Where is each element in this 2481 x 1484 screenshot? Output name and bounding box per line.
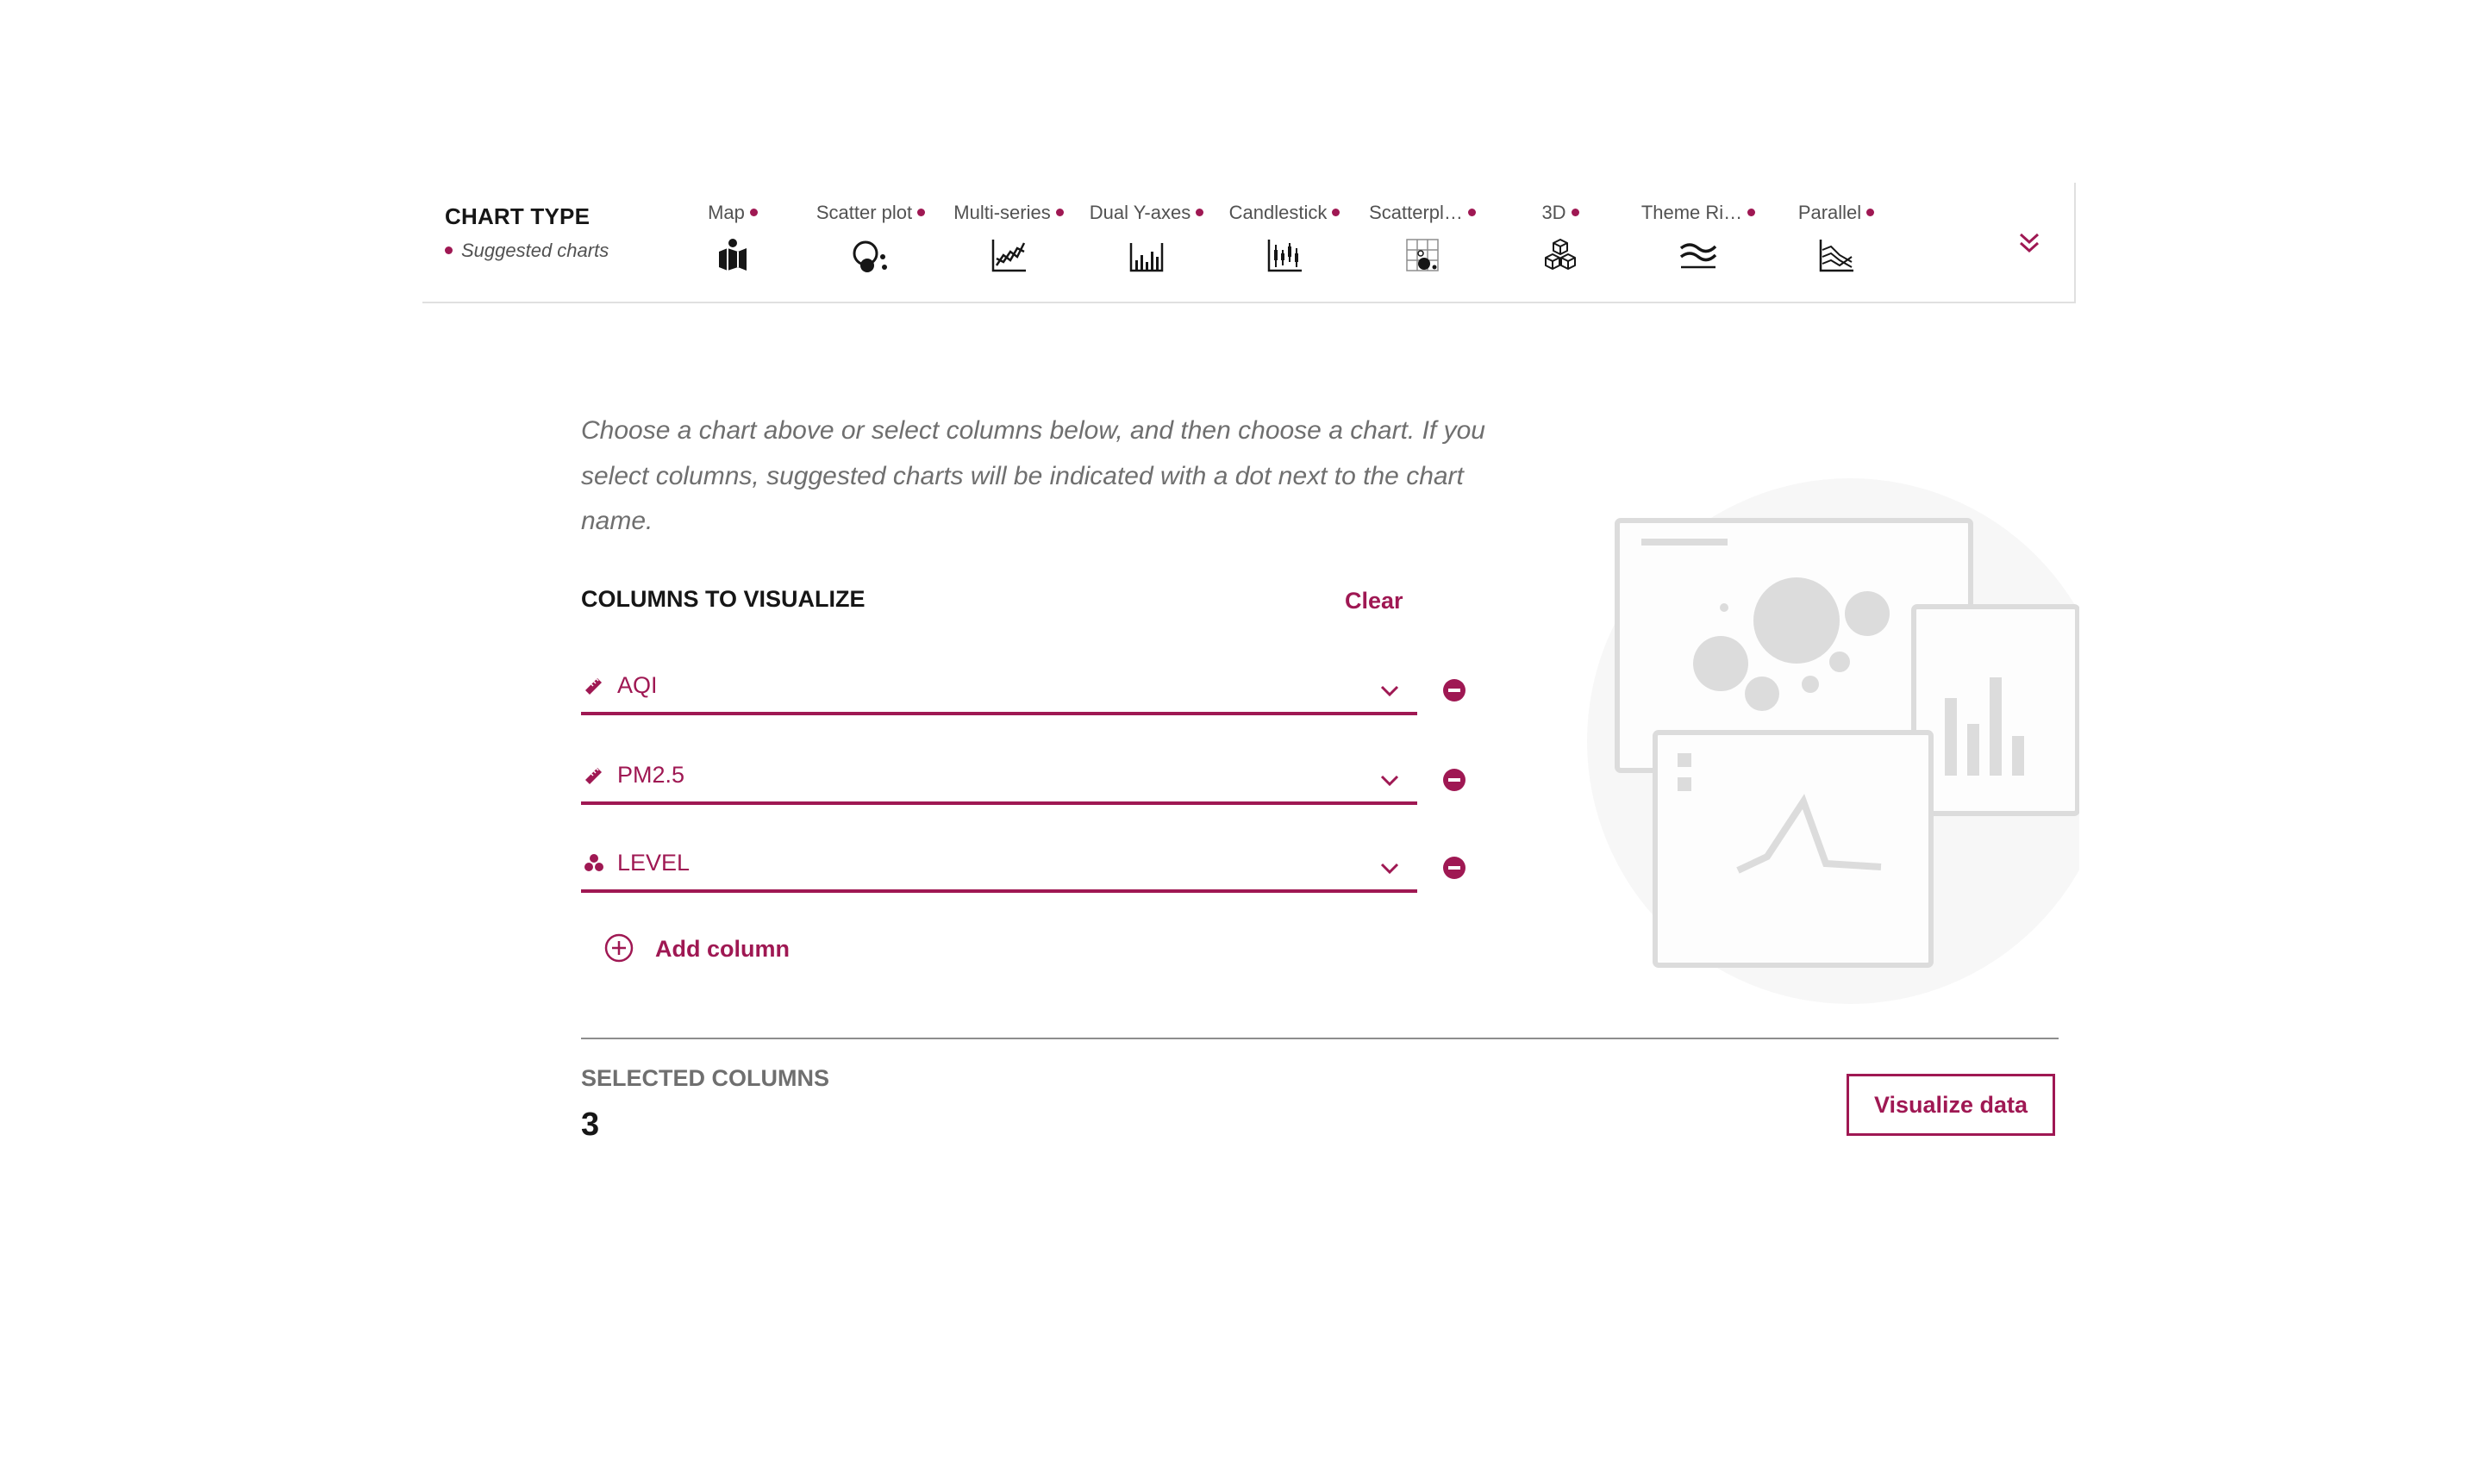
column-select-pm25[interactable]: PM2.5 bbox=[581, 753, 1417, 805]
chart-type-title: CHART TYPE bbox=[445, 203, 591, 229]
clear-button[interactable]: Clear bbox=[1345, 588, 1403, 614]
chart-option-dual-y-axes[interactable]: Dual Y-axes bbox=[1078, 200, 1216, 286]
remove-column-pm25-button[interactable] bbox=[1441, 767, 1467, 793]
chart-option-multi-series[interactable]: Multi-series bbox=[940, 200, 1078, 286]
selected-columns-label: SELECTED COLUMNS bbox=[581, 1065, 830, 1091]
suggested-dot bbox=[445, 246, 453, 254]
chart-option-label: 3D bbox=[1491, 200, 1629, 226]
map-icon bbox=[719, 239, 747, 271]
scatterplot-matrix-icon bbox=[1406, 239, 1439, 271]
parallel-icon bbox=[1819, 240, 1853, 272]
columns-heading: COLUMNS TO VISUALIZE bbox=[581, 586, 866, 612]
selected-columns-count: 3 bbox=[581, 1107, 600, 1143]
chart-option-parallel[interactable]: Parallel bbox=[1767, 200, 1905, 286]
column-name: PM2.5 bbox=[617, 762, 685, 788]
3d-icon bbox=[1545, 239, 1576, 270]
chart-option-label: Map bbox=[664, 200, 802, 226]
chart-option-label: Scatter plot bbox=[802, 200, 940, 226]
chart-type-bar: CHART TYPE Suggested charts Map Scatter … bbox=[422, 183, 2076, 303]
chart-option-scatter-plot[interactable]: Scatter plot bbox=[802, 200, 940, 286]
chart-option-label: Theme Ri… bbox=[1629, 200, 1767, 226]
chart-option-scatterplot-matrix[interactable]: Scatterpl… bbox=[1353, 200, 1491, 286]
suggested-dot bbox=[1571, 208, 1579, 216]
suggested-dot bbox=[749, 208, 758, 216]
suggested-dot bbox=[1467, 208, 1476, 216]
chart-option-theme-river[interactable]: Theme Ri… bbox=[1629, 200, 1767, 286]
suggested-dot bbox=[1055, 208, 1064, 216]
column-name: AQI bbox=[617, 672, 658, 698]
chevron-down-icon bbox=[1380, 863, 1399, 875]
chart-option-label: Candlestick bbox=[1216, 200, 1353, 226]
column-select-level[interactable]: LEVEL bbox=[581, 841, 1417, 893]
chart-option-candlestick[interactable]: Candlestick bbox=[1216, 200, 1353, 286]
chart-option-label: Dual Y-axes bbox=[1078, 200, 1216, 226]
add-column-label: Add column bbox=[655, 936, 790, 962]
suggested-dot bbox=[1332, 208, 1340, 216]
ruler-icon bbox=[585, 768, 602, 784]
chevron-down-icon bbox=[1380, 775, 1399, 787]
suggested-dot bbox=[917, 208, 926, 216]
suggested-dot bbox=[1747, 208, 1756, 216]
dual-y-axes-icon bbox=[1129, 243, 1164, 272]
visualize-data-button[interactable]: Visualize data bbox=[1847, 1074, 2055, 1136]
candlestick-icon bbox=[1267, 240, 1302, 272]
chart-option-label: Scatterpl… bbox=[1353, 200, 1491, 226]
multi-series-icon bbox=[991, 240, 1026, 272]
chart-option-map[interactable]: Map bbox=[664, 200, 802, 286]
chart-option-label: Parallel bbox=[1767, 200, 1905, 226]
chevron-down-icon bbox=[1380, 685, 1399, 697]
remove-column-aqi-button[interactable] bbox=[1441, 677, 1467, 703]
ruler-icon bbox=[585, 678, 602, 695]
suggested-charts-legend: Suggested charts bbox=[445, 240, 609, 262]
add-circle-icon bbox=[604, 933, 634, 963]
column-name: LEVEL bbox=[617, 850, 691, 876]
chart-option-3d[interactable]: 3D bbox=[1491, 200, 1629, 286]
scatter-plot-icon bbox=[853, 240, 887, 272]
instructions-text: Choose a chart above or select columns b… bbox=[581, 416, 1485, 535]
suggested-dot bbox=[1866, 208, 1875, 216]
suggested-dot bbox=[1196, 208, 1204, 216]
divider bbox=[581, 1038, 2059, 1039]
column-select-aqi[interactable]: AQI bbox=[581, 664, 1417, 715]
suggested-charts-label: Suggested charts bbox=[461, 240, 609, 261]
empty-state-illustration bbox=[1587, 478, 2079, 1004]
remove-column-level-button[interactable] bbox=[1441, 855, 1467, 881]
double-chevron-down-icon[interactable] bbox=[2015, 229, 2043, 257]
categorical-icon bbox=[584, 854, 603, 871]
theme-river-icon bbox=[1679, 243, 1717, 269]
chart-option-label: Multi-series bbox=[940, 200, 1078, 226]
